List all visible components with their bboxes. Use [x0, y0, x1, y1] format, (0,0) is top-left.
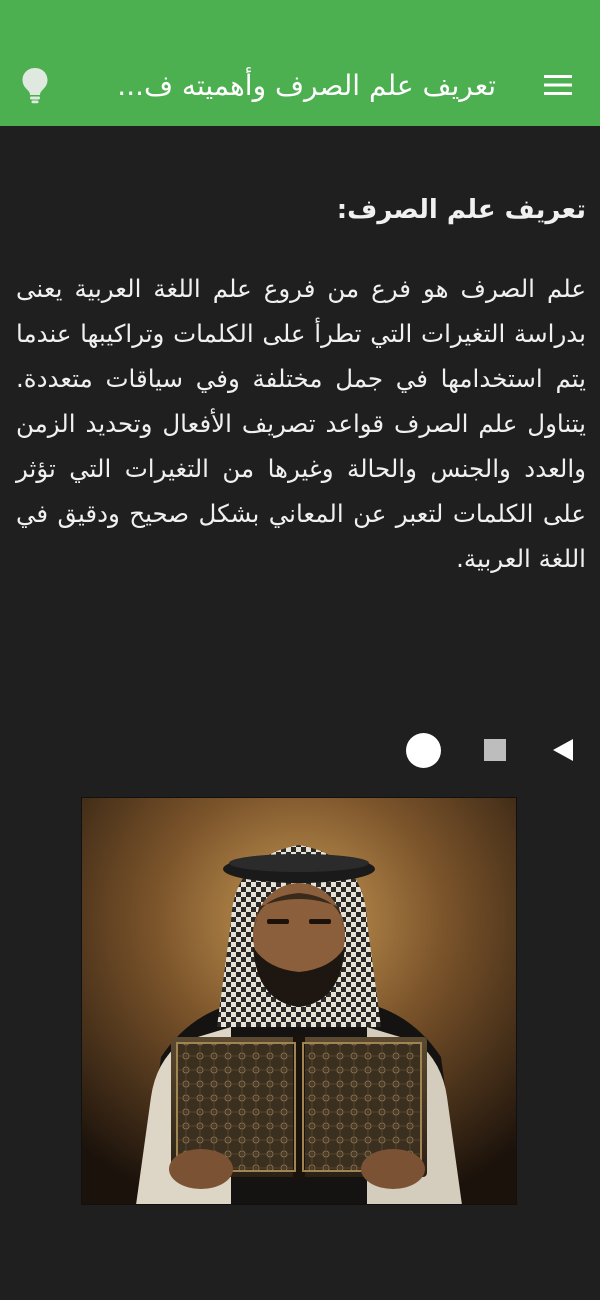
- section-heading: تعريف علم الصرف:: [336, 195, 586, 225]
- article-paragraph: علم الصرف هو فرع من فروع علم اللغة العرب…: [16, 274, 586, 573]
- status-bar: [0, 0, 600, 44]
- article-image: [81, 797, 517, 1205]
- triangle-back-icon[interactable]: [553, 739, 573, 761]
- navigation-controls: [0, 730, 600, 770]
- article-content: تعريف علم الصرف: علم الصرف هو فرع من فرو…: [16, 190, 586, 581]
- page-title: تعريف علم الصرف وأهميته ف...: [117, 69, 496, 102]
- app-bar: تعريف علم الصرف وأهميته ف...: [0, 44, 600, 126]
- square-recents-icon[interactable]: [484, 739, 506, 761]
- hamburger-menu-icon[interactable]: [544, 72, 572, 98]
- circle-home-icon[interactable]: [406, 733, 441, 768]
- lightbulb-icon[interactable]: [20, 66, 50, 104]
